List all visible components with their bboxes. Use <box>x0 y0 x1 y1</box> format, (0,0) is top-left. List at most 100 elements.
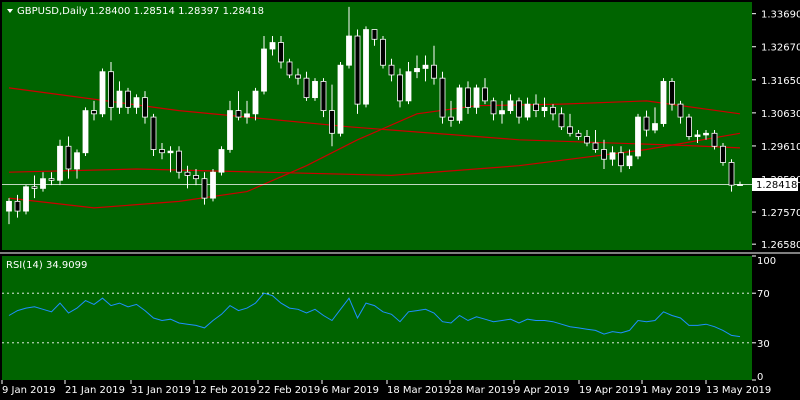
time-tick-label: 6 Mar 2019 <box>322 385 379 396</box>
bearish-candle-body <box>584 136 590 144</box>
bearish-candle-body <box>677 103 684 118</box>
price-tick-label: 1.33690 <box>761 10 800 21</box>
candle <box>23 185 29 215</box>
candle <box>354 29 361 114</box>
chart-canvas: 1.336901.326701.316501.306301.296101.285… <box>0 0 800 400</box>
bearish-candle-body <box>533 103 539 112</box>
bullish-candle-body <box>57 145 63 181</box>
bullish-candle-body <box>422 64 429 69</box>
bullish-candle-body <box>337 64 344 134</box>
bearish-candle-body <box>482 87 488 102</box>
bearish-candle-body <box>711 132 718 147</box>
bullish-candle-body <box>210 171 216 199</box>
current-price-marker: 1.28418 <box>752 178 798 191</box>
candle <box>337 61 344 137</box>
time-tick-label: 28 Mar 2019 <box>450 385 513 396</box>
bearish-candle-body <box>159 149 165 154</box>
candle <box>150 113 157 156</box>
price-tick-label: 1.27570 <box>761 208 800 219</box>
bullish-candle-body <box>660 81 667 124</box>
bullish-candle-body <box>524 103 531 118</box>
bullish-candle-body <box>261 48 267 92</box>
symbol-label: GBPUSD,Daily <box>17 6 88 17</box>
bullish-candle-body <box>82 110 89 154</box>
symbol-header: GBPUSD,Daily 1.28400 1.28514 1.28397 1.2… <box>7 6 264 17</box>
bearish-candle-body <box>14 200 21 212</box>
candle <box>312 78 318 101</box>
bearish-candle-body <box>176 150 182 173</box>
bearish-candle-body <box>686 116 692 137</box>
time-tick-label: 22 Feb 2019 <box>258 385 320 396</box>
rsi-label: RSI(14) 34.9099 <box>6 260 87 271</box>
bearish-candle-body <box>601 149 607 160</box>
bearish-candle-body <box>380 38 386 66</box>
bullish-candle-body <box>346 35 352 66</box>
bullish-candle-body <box>74 152 80 170</box>
bearish-candle-body <box>329 110 335 134</box>
bullish-candle-body <box>635 116 641 157</box>
candle <box>711 130 718 150</box>
price-tick-label: 1.29610 <box>761 142 800 153</box>
rsi-tick-label: 30 <box>757 339 770 350</box>
time-tick-label: 13 May 2019 <box>706 385 771 396</box>
bearish-candle-body <box>516 100 522 118</box>
bearish-candle-body <box>618 152 624 167</box>
candle <box>439 71 446 124</box>
bearish-candle-body <box>184 171 191 176</box>
bullish-candle-body <box>626 155 633 167</box>
bearish-candle-body <box>201 178 208 199</box>
bullish-candle-body <box>99 71 106 115</box>
bearish-candle-body <box>320 81 327 112</box>
bearish-candle-body <box>193 175 199 180</box>
candle <box>380 36 386 69</box>
bearish-candle-body <box>669 81 675 105</box>
bearish-candle-body <box>108 71 114 108</box>
bullish-candle-body <box>6 200 12 212</box>
bearish-candle-body <box>303 77 310 99</box>
bearish-candle-body <box>575 132 582 137</box>
bearish-candle-body <box>150 116 157 150</box>
time-tick-label: 9 Apr 2019 <box>514 385 569 396</box>
candle <box>286 58 293 79</box>
bullish-candle-body <box>499 110 505 115</box>
time-tick-label: 19 Apr 2019 <box>579 385 641 396</box>
bearish-candle-body <box>371 29 378 40</box>
time-tick-label: 18 Mar 2019 <box>387 385 450 396</box>
bearish-candle-body <box>643 116 650 131</box>
bullish-candle-body <box>23 186 29 212</box>
candle <box>635 113 641 160</box>
bearish-candle-body <box>728 162 735 186</box>
bullish-candle-body <box>252 90 259 115</box>
bearish-candle-body <box>567 126 573 134</box>
bearish-candle-body <box>448 116 454 121</box>
price-tick-label: 1.32670 <box>761 43 800 54</box>
bearish-candle-body <box>91 110 97 115</box>
rsi-pane-background[interactable] <box>2 256 752 380</box>
bullish-candle-body <box>414 68 420 73</box>
time-tick-label: 1 May 2019 <box>642 385 701 396</box>
bullish-candle-body <box>456 87 463 121</box>
bearish-candle-body <box>550 106 556 115</box>
bullish-candle-body <box>40 178 46 189</box>
bullish-candle-body <box>218 149 225 173</box>
bearish-candle-body <box>720 145 726 163</box>
bearish-candle-body <box>235 110 242 118</box>
bullish-candle-body <box>694 134 701 137</box>
bullish-candle-body <box>473 87 480 108</box>
candle <box>720 143 726 166</box>
candle <box>218 146 225 176</box>
time-tick-label: 21 Jan 2019 <box>65 385 125 396</box>
bullish-candle-body <box>541 106 548 112</box>
candle <box>82 107 89 156</box>
bullish-candle-body <box>405 71 412 102</box>
rsi-tick-label: 70 <box>757 289 770 300</box>
bullish-candle-body <box>703 132 709 136</box>
bearish-candle-body <box>431 64 437 79</box>
bearish-candle-body <box>295 74 301 79</box>
bearish-candle-body <box>490 100 497 115</box>
bullish-candle-body <box>652 123 658 131</box>
bearish-candle-body <box>388 64 395 76</box>
bullish-candle-body <box>507 100 514 112</box>
quote-values: 1.28400 1.28514 1.28397 1.28418 <box>89 6 264 17</box>
bearish-candle-body <box>142 97 148 118</box>
